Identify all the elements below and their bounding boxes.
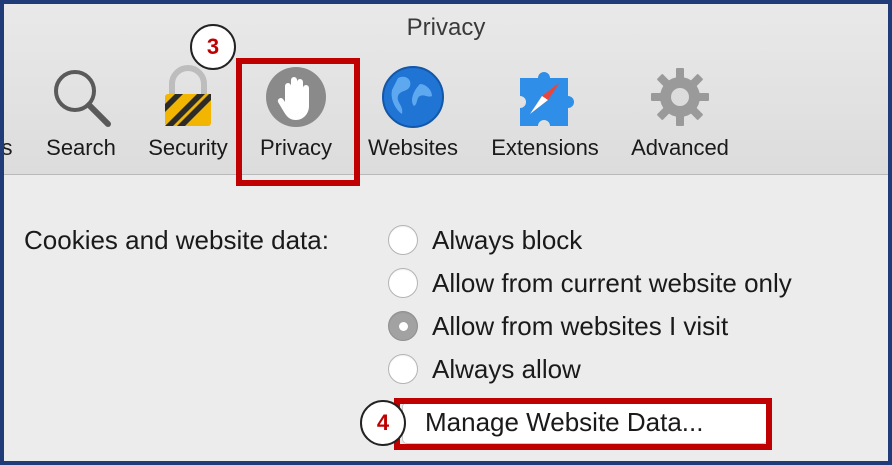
step-badge-4: 4 bbox=[360, 400, 406, 446]
radio-button[interactable] bbox=[388, 225, 418, 255]
toolbar-item-advanced[interactable]: Advanced bbox=[618, 58, 742, 168]
radio-button[interactable] bbox=[388, 268, 418, 298]
toolbar-item-label: Security bbox=[148, 135, 228, 160]
radio-label: Allow from websites I visit bbox=[432, 311, 729, 341]
toolbar: Privacy s Search Security Privacy Websit… bbox=[4, 4, 888, 175]
radio-label: Allow from current website only bbox=[432, 268, 792, 298]
radio-label: Always allow bbox=[432, 354, 581, 384]
globe-icon bbox=[382, 66, 444, 128]
preferences-window: Privacy s Search Security Privacy Websit… bbox=[0, 0, 892, 465]
cookies-label: Cookies and website data: bbox=[24, 225, 329, 255]
toolbar-item-label: Extensions bbox=[491, 135, 599, 160]
radio-button[interactable] bbox=[388, 354, 418, 384]
toolbar-item-label: s bbox=[1, 135, 13, 160]
toolbar-item-websites[interactable]: Websites bbox=[356, 58, 470, 168]
toolbar-item-search[interactable]: Search bbox=[32, 58, 130, 168]
padlock-icon bbox=[165, 65, 211, 126]
highlight-privacy-tab bbox=[236, 58, 360, 186]
toolbar-item-label: Websites bbox=[367, 135, 459, 160]
window-title: Privacy bbox=[406, 14, 486, 41]
toolbar-item-label: Advanced bbox=[631, 135, 729, 160]
toolbar-item-extensions[interactable]: Extensions bbox=[478, 58, 612, 168]
magnifier-icon bbox=[54, 70, 111, 127]
toolbar-item-label: Search bbox=[46, 135, 116, 160]
step-badge-3: 3 bbox=[190, 24, 236, 70]
highlight-manage-button bbox=[394, 398, 772, 450]
toolbar-item-truncated[interactable]: s bbox=[1, 58, 22, 168]
radio-button-selected[interactable] bbox=[388, 311, 418, 341]
gear-icon bbox=[651, 68, 709, 126]
toolbar-item-security[interactable]: Security bbox=[140, 58, 236, 168]
radio-label: Always block bbox=[432, 225, 583, 255]
compass-puzzle-icon bbox=[520, 72, 574, 126]
